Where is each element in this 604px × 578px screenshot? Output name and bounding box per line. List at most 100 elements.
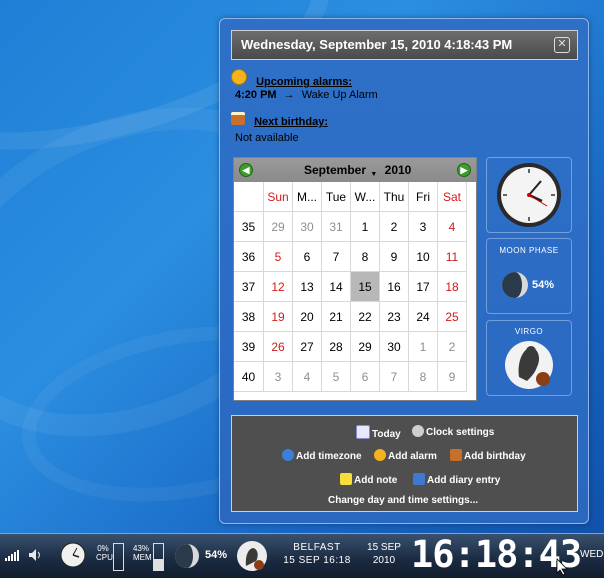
memory-meter: 43% MEM xyxy=(133,544,152,562)
analog-clock-icon[interactable] xyxy=(60,542,86,568)
cpu-bar xyxy=(113,543,124,571)
datetime-header: Wednesday, September 15, 2010 4:18:43 PM… xyxy=(231,30,578,60)
calendar-day-outside[interactable]: 7 xyxy=(380,362,409,392)
clock-settings-label: Clock settings xyxy=(426,427,495,438)
moon-icon[interactable] xyxy=(174,543,200,569)
calendar-day-outside[interactable]: 6 xyxy=(351,362,380,392)
calendar-day-outside[interactable]: 29 xyxy=(264,212,293,242)
add-note-label: Add note xyxy=(354,475,398,486)
calendar-day[interactable]: 7 xyxy=(322,242,351,272)
calendar-day[interactable]: 19 xyxy=(264,302,293,332)
memory-bar xyxy=(153,543,164,571)
calendar-day[interactable]: 15 xyxy=(351,272,380,302)
zodiac-widget[interactable]: VIRGO xyxy=(486,320,572,396)
gear-icon xyxy=(412,425,424,437)
calendar-day[interactable]: 2 xyxy=(380,212,409,242)
cpu-label: CPU xyxy=(96,553,113,562)
calendar-day[interactable]: 9 xyxy=(380,242,409,272)
sticky-note-icon xyxy=(340,473,352,485)
change-datetime-settings-link[interactable]: Change day and time settings... xyxy=(328,495,478,506)
moon-icon xyxy=(502,272,528,298)
current-datetime: Wednesday, September 15, 2010 4:18:43 PM xyxy=(241,37,513,52)
taskbar-moon-percent: 54% xyxy=(205,549,228,561)
clock-settings-button[interactable]: Clock settings xyxy=(412,425,494,438)
add-birthday-label: Add birthday xyxy=(464,451,526,462)
birthday-section: Next birthday: xyxy=(231,112,328,128)
calendar-day[interactable]: 18 xyxy=(438,272,467,302)
mem-value: 43% xyxy=(133,544,150,553)
calendar-day[interactable]: 20 xyxy=(293,302,322,332)
calendar-header: ◀ September ▼ 2010 ▶ xyxy=(234,158,476,182)
calendar-day-outside[interactable]: 4 xyxy=(293,362,322,392)
calendar-day[interactable]: 28 xyxy=(322,332,351,362)
calendar-day[interactable]: 26 xyxy=(264,332,293,362)
today-label: Today xyxy=(372,429,401,440)
calendar-day-outside[interactable]: 8 xyxy=(409,362,438,392)
taskbar-date-year: 2010 xyxy=(372,555,396,566)
add-note-button[interactable]: Add note xyxy=(340,473,397,486)
calendar-day[interactable]: 23 xyxy=(380,302,409,332)
analog-clock-icon xyxy=(497,163,561,227)
chevron-down-icon: ▼ xyxy=(370,171,378,178)
calendar-day-outside[interactable]: 9 xyxy=(438,362,467,392)
calendar-day-outside[interactable]: 31 xyxy=(322,212,351,242)
month-year-selector[interactable]: September ▼ 2010 xyxy=(304,163,411,178)
add-alarm-button[interactable]: Add alarm xyxy=(374,449,437,462)
week-number: 39 xyxy=(234,332,264,362)
next-birthday-value: Not available xyxy=(235,132,299,144)
calendar-day[interactable]: 13 xyxy=(293,272,322,302)
calendar-day[interactable]: 11 xyxy=(438,242,467,272)
network-signal-icon[interactable] xyxy=(5,549,21,561)
add-timezone-button[interactable]: Add timezone xyxy=(282,449,362,462)
calendar-day[interactable]: 24 xyxy=(409,302,438,332)
calendar-day-outside[interactable]: 2 xyxy=(438,332,467,362)
year-label: 2010 xyxy=(384,163,412,177)
add-birthday-button[interactable]: Add birthday xyxy=(450,449,526,462)
calendar-day-outside[interactable]: 30 xyxy=(293,212,322,242)
calendar-day-outside[interactable]: 5 xyxy=(322,362,351,392)
virgo-sign-icon[interactable] xyxy=(236,540,268,572)
add-alarm-label: Add alarm xyxy=(388,451,437,462)
week-number: 37 xyxy=(234,272,264,302)
week-number: 35 xyxy=(234,212,264,242)
calendar-day[interactable]: 10 xyxy=(409,242,438,272)
calendar-day-outside[interactable]: 3 xyxy=(264,362,293,392)
prev-month-icon[interactable]: ◀ xyxy=(239,163,253,177)
next-month-icon[interactable]: ▶ xyxy=(457,163,471,177)
speaker-icon[interactable] xyxy=(28,548,42,562)
calendar-day[interactable]: 22 xyxy=(351,302,380,332)
month-label: September xyxy=(304,163,367,177)
close-icon[interactable]: ✕ xyxy=(554,37,570,53)
calendar-day[interactable]: 12 xyxy=(264,272,293,302)
weekday-label: WED xyxy=(580,549,604,560)
globe-icon xyxy=(282,449,294,461)
world-clock[interactable]: BELFAST 15 SEP 16:18 xyxy=(283,542,351,566)
weekday-header: W... xyxy=(351,182,380,212)
birthday-cake-icon xyxy=(450,449,462,461)
calendar-day[interactable]: 17 xyxy=(409,272,438,302)
diary-book-icon xyxy=(413,473,425,485)
calendar-day[interactable]: 3 xyxy=(409,212,438,242)
calendar-day[interactable]: 4 xyxy=(438,212,467,242)
birthday-cake-icon xyxy=(231,112,245,125)
add-diary-entry-button[interactable]: Add diary entry xyxy=(413,473,500,486)
next-birthday-heading[interactable]: Next birthday: xyxy=(254,116,328,128)
weekday-header: Sun xyxy=(264,182,293,212)
moon-phase-widget[interactable]: MOON PHASE 54% xyxy=(486,238,572,314)
calendar-day[interactable]: 16 xyxy=(380,272,409,302)
calendar-day[interactable]: 8 xyxy=(351,242,380,272)
calendar-day[interactable]: 21 xyxy=(322,302,351,332)
taskbar-date[interactable]: 15 SEP 2010 xyxy=(362,542,406,566)
calendar-day[interactable]: 30 xyxy=(380,332,409,362)
calendar-day[interactable]: 5 xyxy=(264,242,293,272)
calendar-day[interactable]: 25 xyxy=(438,302,467,332)
calendar-day[interactable]: 1 xyxy=(351,212,380,242)
calendar-day[interactable]: 29 xyxy=(351,332,380,362)
today-button[interactable]: Today xyxy=(356,425,401,440)
calendar-day-outside[interactable]: 1 xyxy=(409,332,438,362)
calendar-day[interactable]: 27 xyxy=(293,332,322,362)
calendar-day[interactable]: 14 xyxy=(322,272,351,302)
analog-clock-widget[interactable] xyxy=(486,157,572,233)
upcoming-alarms-heading[interactable]: Upcoming alarms: xyxy=(256,76,352,88)
calendar-day[interactable]: 6 xyxy=(293,242,322,272)
